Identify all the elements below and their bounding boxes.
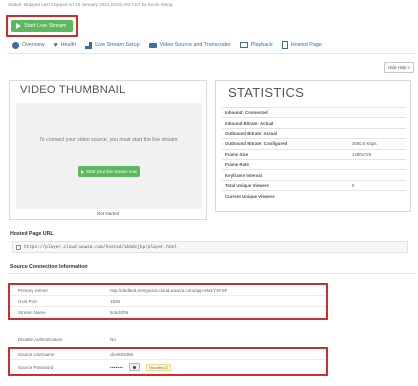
tab-overview-label: Overview [22, 42, 45, 48]
stat-label: Frame Rate [225, 162, 249, 168]
hide-help-button[interactable]: Hide Help » [384, 62, 414, 73]
stat-value: 1280x720 [351, 151, 372, 157]
tab-video-source[interactable]: Video Source and Transcoder [148, 41, 231, 49]
stat-value: 0 [351, 182, 355, 188]
disable-auth-value: No [110, 337, 116, 342]
hosted-page-title: Hosted Page URL [10, 231, 54, 237]
stat-row: Outbound Bitrate: Actual [222, 128, 406, 138]
start-now-button[interactable]: Start your live stream now [78, 166, 140, 177]
link-icon [16, 244, 21, 250]
thumbnail-area: To connect your video source, you must s… [16, 103, 202, 209]
password-row: Source Password ••••••• f3bcdbb22 [10, 360, 326, 374]
credentials-highlight: Source Username client63398 Source Passw… [8, 347, 328, 376]
username-value[interactable]: client63398 [110, 352, 326, 357]
stat-value: 3000.0 Kbps [351, 141, 377, 147]
stat-row: Frame Size 1280x720 [222, 149, 406, 159]
start-button-highlight: Start Live Stream [6, 15, 78, 37]
tab-live-stream-setup[interactable]: Live Stream Setup [85, 41, 140, 49]
statistics-table: Inbound: Connected Inbound Bitrate: Actu… [222, 107, 406, 201]
stat-label: Outbound Bitrate: Configured [225, 141, 288, 147]
statistics-title: STATISTICS [228, 85, 305, 100]
stream-name-label: Stream Name [18, 310, 46, 315]
stat-label: Current Unique Viewers [225, 193, 275, 199]
video-thumbnail-title: VIDEO THUMBNAIL [20, 84, 126, 96]
overview-icon [12, 41, 19, 49]
statistics-panel: STATISTICS Inbound: Connected Inbound Bi… [215, 80, 411, 212]
source-divider [8, 273, 416, 274]
stat-row: Keyframe Interval [222, 169, 406, 180]
password-reveal: f3bcdbb22 [146, 363, 171, 371]
thumbnail-status: Not started [96, 211, 120, 216]
camera-icon [148, 42, 157, 48]
play-icon [16, 23, 21, 29]
host-port-value[interactable]: 1935 [110, 299, 326, 304]
tab-health-label: Health [60, 42, 77, 48]
tab-live-stream-setup-label: Live Stream Setup [95, 42, 140, 48]
primary-server-label: Primary Server [18, 287, 49, 293]
host-port-row: Host Port 1935 [10, 296, 326, 307]
stat-row: Inbound: Connected [222, 107, 406, 118]
stat-row: Frame Rate [222, 159, 406, 169]
stat-label: Keyframe Interval [225, 172, 262, 178]
thumbnail-message: To connect your video source, you must s… [39, 137, 179, 143]
chart-icon [85, 41, 93, 49]
stat-value [349, 128, 406, 138]
stat-label: Outbound Bitrate: Actual [225, 130, 278, 136]
tab-health[interactable]: ♥ Health [53, 41, 76, 49]
stream-name-row: Stream Name 5c6dcf06 [10, 307, 326, 318]
disable-auth-label: Disable Authentication [18, 337, 63, 342]
host-port-label: Host Port [18, 298, 37, 304]
tab-playback[interactable]: Playback [239, 41, 273, 49]
hosted-page-url: https://player.cloud.wowza.com/hosted/1k… [24, 244, 177, 250]
password-label: Source Password [18, 364, 54, 370]
monitor-icon [239, 42, 248, 48]
stat-value [349, 118, 406, 128]
stat-label: Total Unique Viewers [225, 182, 269, 188]
start-live-stream-label: Start Live Stream [24, 23, 67, 29]
hosted-page-url-field[interactable]: https://player.cloud.wowza.com/hosted/1k… [12, 241, 408, 253]
start-now-label: Start your live stream now [86, 169, 137, 174]
source-connection-title: Source Connection Information [10, 264, 88, 270]
tab-hosted-page-label: Hosted Page [290, 42, 322, 48]
password-field[interactable]: ••••••• f3bcdbb22 [110, 363, 326, 371]
stat-value [349, 159, 406, 169]
tab-playback-label: Playback [250, 42, 273, 48]
primary-server-value[interactable]: rtsp://ded5ed.entrypoint.cloud.wowza.com… [110, 288, 326, 293]
page-icon [281, 41, 288, 49]
stat-label: Inbound Bitrate: Actual [225, 120, 274, 126]
tab-overview[interactable]: Overview [12, 41, 44, 49]
stat-row: Outbound Bitrate: Configured 3000.0 Kbps [222, 138, 406, 149]
stat-label: Inbound: Connected [225, 110, 268, 116]
password-dots: ••••••• [110, 364, 124, 370]
server-details-highlight: Primary Server rtsp://ded5ed.entrypoint.… [8, 283, 328, 320]
username-row: Source Username client63398 [10, 349, 326, 360]
start-live-stream-button[interactable]: Start Live Stream [11, 20, 73, 32]
heart-icon: ♥ [53, 41, 58, 49]
eye-icon [133, 365, 137, 369]
tab-video-source-label: Video Source and Transcoder [159, 42, 231, 48]
stat-value [349, 170, 406, 180]
stat-value [349, 108, 406, 118]
stat-row: Current Unique Viewers [222, 190, 406, 201]
stat-row: Inbound Bitrate: Actual [222, 117, 406, 128]
username-label: Source Username [18, 351, 55, 357]
tab-hosted-page[interactable]: Hosted Page [281, 41, 322, 49]
status-line: Status: stopped Last stopped on 16 Janua… [8, 2, 173, 7]
stat-label: Frame Size [225, 151, 249, 157]
play-icon [81, 169, 85, 174]
top-divider [8, 53, 416, 54]
primary-server-row: Primary Server rtsp://ded5ed.entrypoint.… [10, 285, 326, 296]
disable-auth-row: Disable Authentication No [10, 334, 330, 345]
show-password-button[interactable] [129, 363, 141, 371]
video-thumbnail-panel: VIDEO THUMBNAIL To connect your video so… [9, 80, 207, 220]
nav-tabs: Overview ♥ Health Live Stream Setup Vide… [12, 41, 322, 49]
stat-row: Total Unique Viewers 0 [222, 180, 406, 190]
stream-name-value[interactable]: 5c6dcf06 [110, 310, 326, 315]
stat-value [349, 191, 406, 201]
